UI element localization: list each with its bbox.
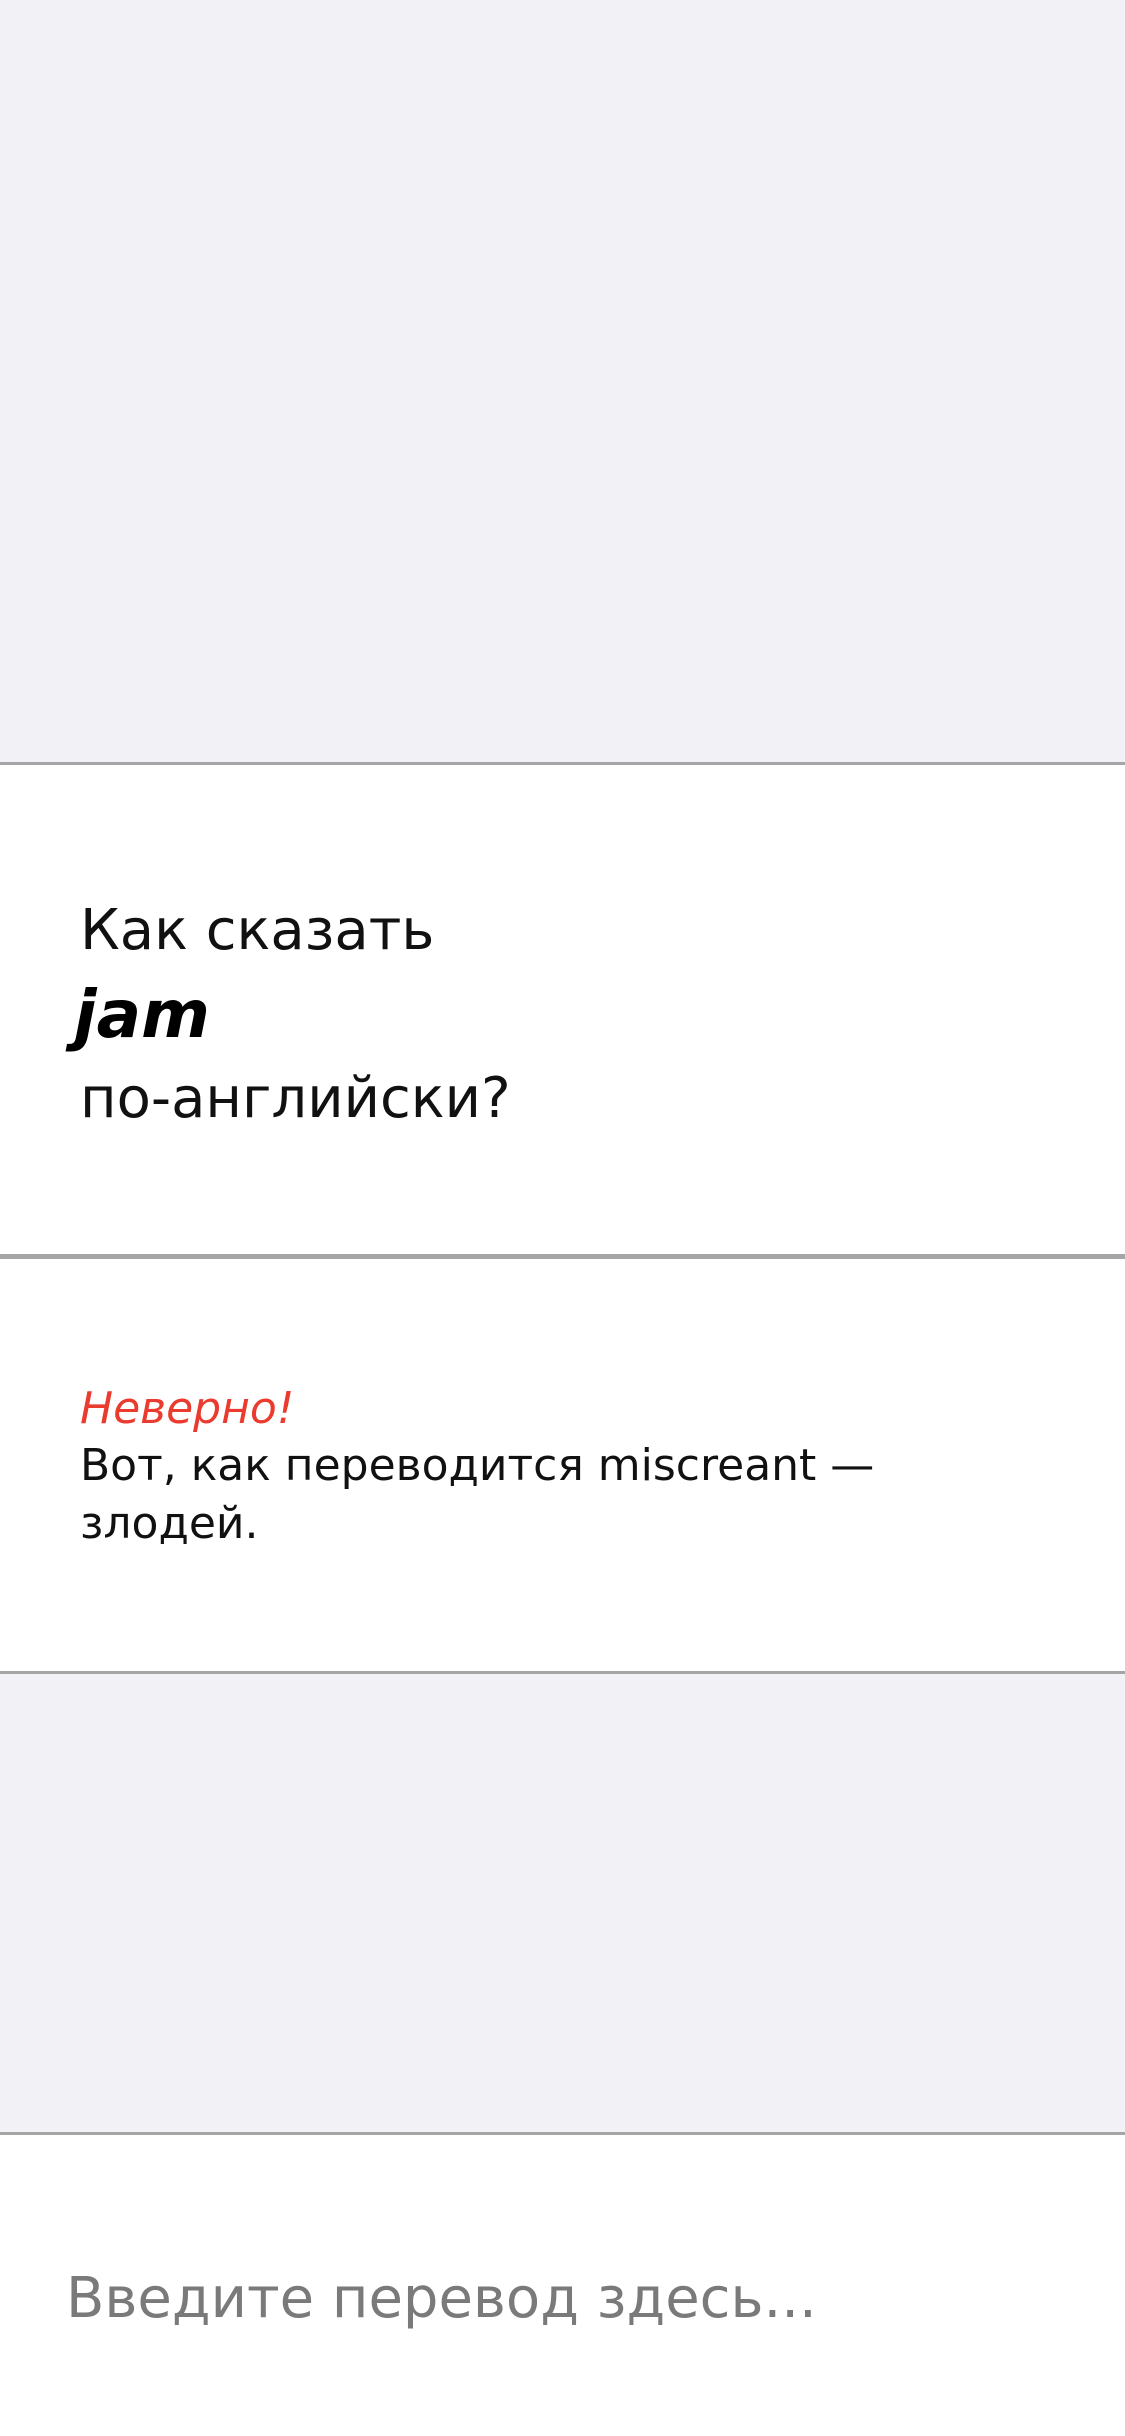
feedback-explanation: Вот, как переводится miscreant — злодей. <box>80 1440 875 1549</box>
status-incorrect-label: Неверно! <box>80 1383 295 1434</box>
question-card: Как сказать jam по-английски? <box>0 762 1125 1254</box>
feedback-card: Неверно! Вот, как переводится miscreant … <box>0 1254 1125 1674</box>
middle-empty-area <box>0 1674 1125 2132</box>
question-prompt: Как сказать jam по-английски? <box>74 889 1040 1141</box>
question-suffix: по-английски? <box>80 1066 511 1131</box>
question-prefix: Как сказать <box>80 898 435 963</box>
feedback-message: Неверно! Вот, как переводится miscreant … <box>80 1381 980 1553</box>
question-word: jam <box>74 976 210 1053</box>
translation-input[interactable] <box>66 2255 1056 2341</box>
top-empty-area <box>0 0 1125 762</box>
answer-input-bar <box>0 2132 1125 2436</box>
